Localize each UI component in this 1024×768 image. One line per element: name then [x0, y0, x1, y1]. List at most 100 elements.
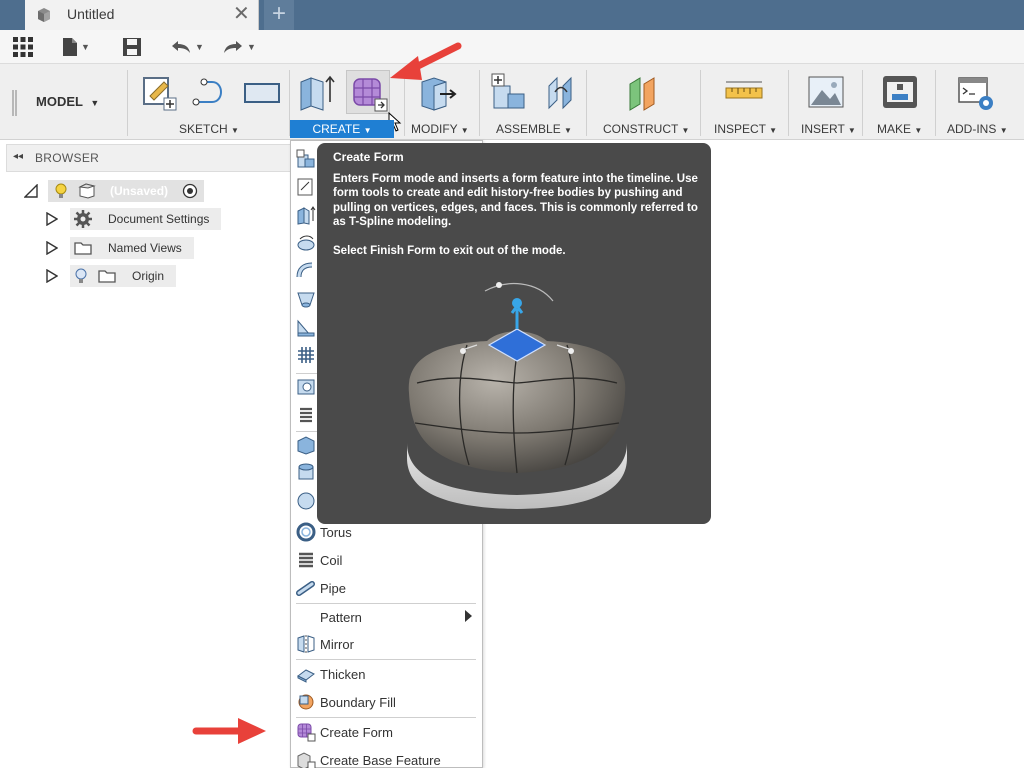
menu-item-boundary-fill[interactable]: Boundary Fill	[291, 688, 482, 716]
fusion-window: Untitled ✕ + ▼ ▼ ▼ MODEL ▼ SKETCH ▼ CREA…	[0, 0, 1024, 768]
document-tab[interactable]: Untitled ✕	[25, 0, 259, 30]
ribbon-separator	[586, 70, 587, 136]
insert-image-icon[interactable]	[806, 72, 846, 112]
menu-item-label: Create Form	[320, 724, 393, 740]
sketch-group-label[interactable]: SKETCH ▼	[179, 122, 239, 136]
construct-group-label[interactable]: CONSTRUCT ▼	[603, 122, 689, 136]
sweep-icon[interactable]	[296, 261, 316, 281]
ribbon-separator	[700, 70, 701, 136]
tab-bar: Untitled ✕ +	[0, 0, 1024, 30]
origin-label: Origin	[132, 269, 165, 283]
document-settings-label: Document Settings	[108, 212, 210, 226]
menu-item-label: Coil	[320, 552, 343, 568]
pipe-icon	[296, 581, 315, 596]
annotation-arrow-bottom	[192, 718, 266, 744]
ribbon-grip[interactable]	[12, 90, 17, 116]
create-base-feature-icon	[297, 752, 316, 768]
add-ins-group-label[interactable]: ADD-INS ▼	[947, 122, 1008, 136]
workspace-switcher[interactable]: MODEL ▼	[36, 94, 99, 109]
expanded-triangle-icon[interactable]	[24, 184, 38, 198]
collapsed-triangle-icon[interactable]	[46, 241, 58, 255]
file-menu-button[interactable]: ▼	[62, 34, 90, 60]
extrude-icon[interactable]	[296, 205, 316, 225]
menu-item-pipe[interactable]: Pipe	[291, 574, 482, 602]
collapsed-triangle-icon[interactable]	[46, 269, 58, 283]
lightbulb-icon[interactable]	[54, 183, 68, 199]
offset-plane-icon[interactable]	[624, 72, 664, 112]
undo-button[interactable]: ▼	[170, 34, 204, 60]
tree-row-document-settings[interactable]: Document Settings	[46, 208, 222, 230]
revolve-icon[interactable]	[296, 233, 316, 253]
lightbulb-off-icon[interactable]	[74, 268, 88, 284]
cylinder-icon[interactable]	[296, 463, 316, 483]
close-tab-button[interactable]: ✕	[233, 3, 250, 25]
extrude-icon[interactable]	[297, 72, 337, 112]
origin-node[interactable]: Origin	[70, 265, 177, 287]
menu-item-create-form[interactable]: Create Form	[291, 718, 482, 746]
gear-icon	[74, 210, 92, 228]
create-sketch-icon[interactable]	[296, 177, 316, 197]
data-panel-button[interactable]	[12, 34, 34, 60]
document-settings-node[interactable]: Document Settings	[70, 208, 222, 230]
menu-item-create-base-feature[interactable]: Create Base Feature	[291, 746, 482, 768]
box-icon[interactable]	[296, 435, 316, 455]
activate-radio-icon[interactable]	[182, 183, 198, 199]
new-component-icon[interactable]	[296, 149, 316, 169]
rectangle-icon[interactable]	[242, 72, 282, 112]
menu-item-label: Thicken	[320, 666, 366, 682]
save-button[interactable]	[122, 34, 142, 60]
insert-group-label[interactable]: INSERT ▼	[801, 122, 856, 136]
web-icon[interactable]	[296, 345, 316, 365]
ribbon-separator	[127, 70, 128, 136]
menu-item-thicken[interactable]: Thicken	[291, 660, 482, 688]
tspline-form-illustration	[407, 282, 627, 509]
menu-item-mirror[interactable]: Mirror	[291, 630, 482, 658]
3d-print-icon[interactable]	[880, 72, 920, 112]
root-node-label: (Unsaved)	[110, 184, 169, 198]
line-icon[interactable]	[190, 72, 230, 112]
scripts-addins-icon[interactable]	[956, 72, 996, 112]
create-form-toolbar-button[interactable]	[346, 70, 390, 114]
undo-caret: ▼	[195, 42, 204, 52]
tree-row-named-views[interactable]: Named Views	[46, 237, 194, 259]
modify-group-label[interactable]: MODIFY ▼	[411, 122, 469, 136]
toolbar-ribbon: MODEL ▼ SKETCH ▼ CREATE ▼ MODIFY ▼ ASSEM…	[0, 64, 1024, 140]
named-views-node[interactable]: Named Views	[70, 237, 194, 259]
rib-icon[interactable]	[296, 317, 316, 337]
menu-item-coil[interactable]: Coil	[291, 546, 482, 574]
create-sketch-icon[interactable]	[140, 72, 180, 112]
folder-icon	[74, 242, 92, 255]
collapsed-triangle-icon[interactable]	[46, 212, 58, 226]
hole-icon[interactable]	[296, 377, 316, 397]
inspect-group-label[interactable]: INSPECT ▼	[714, 122, 777, 136]
create-form-icon	[297, 723, 316, 742]
sphere-icon[interactable]	[296, 491, 316, 511]
named-views-label: Named Views	[108, 241, 182, 255]
thicken-icon	[297, 669, 315, 683]
new-component-icon[interactable]	[490, 72, 530, 112]
loft-icon[interactable]	[296, 289, 316, 309]
thread-icon[interactable]	[296, 405, 316, 425]
tree-row-origin[interactable]: Origin	[46, 265, 177, 287]
document-tab-title: Untitled	[67, 6, 115, 22]
torus-icon	[296, 522, 316, 542]
workspace-caret: ▼	[90, 98, 100, 108]
new-tab-button[interactable]: +	[264, 0, 294, 30]
menu-item-pattern[interactable]: Pattern	[291, 603, 482, 631]
root-node[interactable]: (Unsaved)	[48, 180, 205, 202]
create-form-icon	[353, 78, 388, 112]
assemble-group-label[interactable]: ASSEMBLE ▼	[496, 122, 572, 136]
tree-root-row[interactable]: (Unsaved)	[24, 180, 205, 202]
create-group-label[interactable]: CREATE ▼	[290, 120, 394, 138]
menu-item-label: Mirror	[320, 636, 354, 652]
joint-icon[interactable]	[541, 72, 581, 112]
make-group-label[interactable]: MAKE ▼	[877, 122, 922, 136]
menu-item-label: Boundary Fill	[320, 694, 396, 710]
boundary-fill-icon	[298, 694, 314, 710]
menu-item-label: Pattern	[320, 609, 362, 625]
measure-icon[interactable]	[724, 72, 764, 112]
browser-panel-header[interactable]: ◂◂ BROWSER	[6, 144, 292, 172]
ribbon-separator	[862, 70, 863, 136]
collapse-browser-icon[interactable]: ◂◂	[13, 151, 23, 162]
redo-button[interactable]: ▼	[222, 34, 256, 60]
